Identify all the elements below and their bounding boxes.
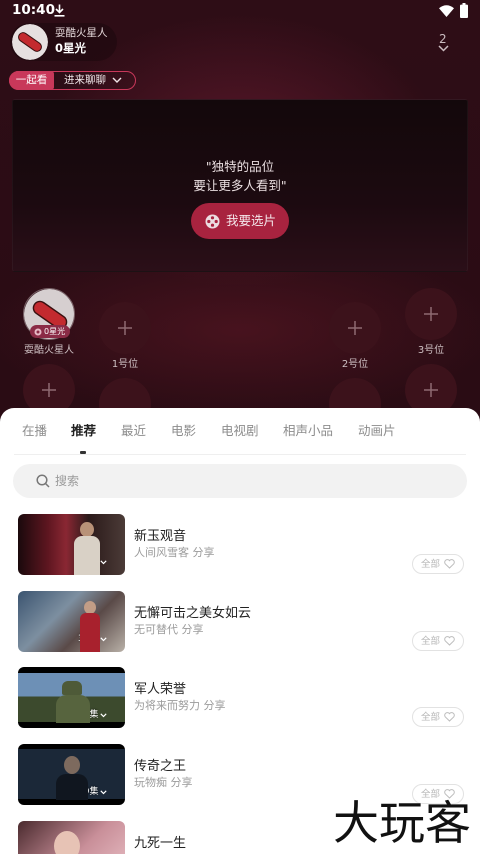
list-item[interactable]: 26集 军人荣誉 为将来而努力 分享 全部 — [0, 667, 480, 739]
episode-badge[interactable]: 26集 — [78, 709, 108, 721]
plus-icon — [118, 321, 132, 335]
video-picker-sheet: 在播 推荐 最近 电影 电视剧 相声小品 动画片 28集 新玉观音 人间风雪客 — [0, 408, 480, 854]
pick-video-button[interactable]: 我要选片 — [191, 203, 289, 239]
seat-2-button[interactable] — [329, 302, 381, 354]
download-icon — [54, 4, 65, 17]
host-name: 耍酷火星人 — [55, 27, 108, 39]
video-thumbnail[interactable]: 36集 — [18, 591, 125, 652]
video-thumbnail[interactable] — [18, 821, 125, 854]
episode-count: 28集 — [78, 556, 99, 567]
host-avatar[interactable] — [12, 24, 48, 60]
sausage-avatar-icon — [12, 24, 48, 60]
tab-recommended[interactable]: 推荐 — [71, 424, 96, 438]
all-episodes-label: 全部 — [421, 558, 441, 570]
all-episodes-label: 全部 — [421, 635, 441, 647]
plus-icon — [348, 321, 362, 335]
battery-icon — [460, 3, 468, 18]
video-thumbnail[interactable]: 39集 — [18, 744, 125, 805]
video-title: 新玉观音 — [134, 529, 187, 544]
chevron-down-icon — [100, 712, 108, 717]
heart-icon — [444, 712, 455, 722]
plus-icon — [424, 307, 438, 321]
episode-count: 26集 — [78, 709, 99, 720]
tab-tv-series[interactable]: 电视剧 — [221, 424, 259, 438]
tab-divider — [14, 454, 466, 455]
seat-star-badge: 0星光 — [30, 325, 70, 338]
episode-count: 36集 — [78, 633, 99, 644]
plus-icon — [42, 383, 56, 397]
chat-tab[interactable]: 进来聊聊 — [64, 75, 106, 86]
plus-icon — [424, 383, 438, 397]
list-item[interactable]: 36集 无懈可击之美女如云 无可替代 分享 全部 — [0, 591, 480, 663]
tab-movies[interactable]: 电影 — [171, 424, 196, 438]
all-episodes-button[interactable]: 全部 — [412, 554, 464, 574]
player-slogan-line1: "独特的品位 — [205, 159, 275, 174]
all-episodes-button[interactable]: 全部 — [412, 631, 464, 651]
seat-3-button[interactable] — [405, 288, 457, 340]
site-watermark: 大玩客 — [333, 796, 471, 850]
tab-animation[interactable]: 动画片 — [358, 424, 396, 438]
list-item[interactable]: 28集 新玉观音 人间风雪客 分享 全部 — [0, 514, 480, 586]
episode-badge[interactable]: 28集 — [78, 556, 108, 568]
episode-badge[interactable]: 36集 — [78, 633, 108, 645]
all-episodes-button[interactable]: 全部 — [412, 707, 464, 727]
video-title: 九死一生 — [134, 836, 187, 851]
film-reel-icon — [205, 214, 220, 229]
status-time: 10:40 — [12, 2, 55, 18]
video-sharer: 无可替代 分享 — [134, 623, 204, 636]
seat-3-label: 3号位 — [417, 345, 445, 356]
pick-video-label: 我要选片 — [226, 213, 277, 228]
chevron-down-icon — [100, 636, 108, 641]
video-sharer: 为将来而努力 分享 — [134, 699, 226, 712]
heart-icon — [444, 559, 455, 569]
star-light-icon — [34, 328, 42, 335]
heart-icon — [444, 636, 455, 646]
search-icon — [36, 474, 50, 488]
chevron-down-icon[interactable] — [112, 77, 122, 83]
seat-1-button[interactable] — [99, 302, 151, 354]
wifi-icon — [439, 5, 454, 17]
chevron-down-icon[interactable] — [438, 45, 449, 52]
chevron-down-icon — [100, 789, 108, 794]
video-title: 无懈可击之美女如云 — [134, 606, 252, 621]
seat-2-label: 2号位 — [341, 359, 369, 370]
tab-recent[interactable]: 最近 — [121, 424, 146, 438]
video-thumbnail[interactable]: 28集 — [18, 514, 125, 575]
tab-playing[interactable]: 在播 — [22, 424, 47, 438]
video-sharer: 人间风雪客 分享 — [134, 546, 215, 559]
watch-together-room: 10:40 耍酷火星人 0星光 2 一起看 进来聊聊 "独特的品位 要让更多人看… — [0, 0, 480, 854]
episode-badge[interactable]: 39集 — [78, 786, 108, 798]
seat-1-label: 1号位 — [111, 359, 139, 370]
tab-comedy-sketches[interactable]: 相声小品 — [283, 424, 333, 438]
watch-together-tab[interactable]: 一起看 — [9, 71, 54, 90]
video-thumbnail[interactable]: 26集 — [18, 667, 125, 728]
video-sharer: 玩物痴 分享 — [134, 776, 193, 789]
player-slogan-line2: 要让更多人看到" — [193, 178, 287, 193]
seat-star-count: 0星光 — [44, 326, 66, 336]
episode-count: 39集 — [78, 786, 99, 797]
video-title: 军人荣誉 — [134, 682, 187, 697]
online-count[interactable]: 2 — [439, 33, 447, 45]
seat-host-name: 耍酷火星人 — [24, 345, 74, 356]
chevron-down-icon — [100, 559, 108, 564]
host-stars: 0星光 — [55, 41, 87, 55]
search-bar[interactable] — [13, 464, 467, 498]
search-input[interactable] — [55, 464, 455, 498]
all-episodes-label: 全部 — [421, 711, 441, 723]
video-title: 传奇之王 — [134, 759, 187, 774]
